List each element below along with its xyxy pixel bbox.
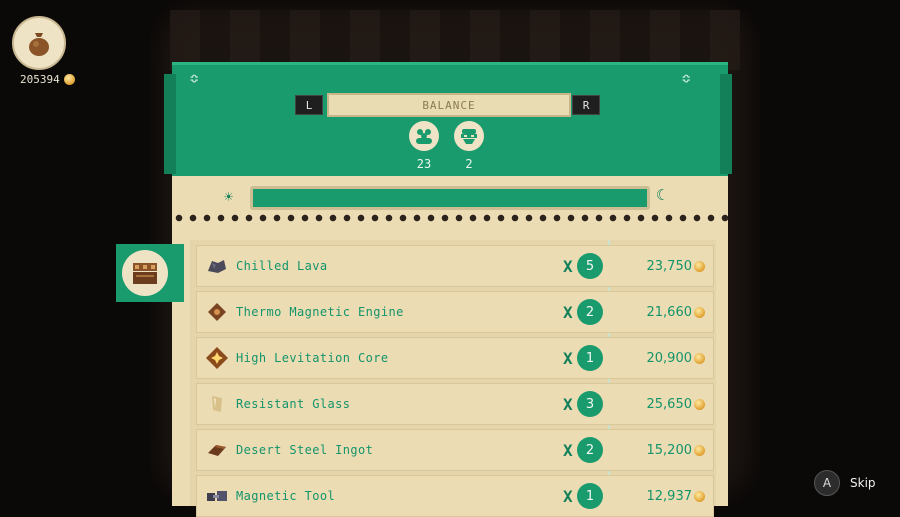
glass-icon [205,392,229,416]
price-value: 20,900 [646,350,693,366]
scalloped-divider [172,214,728,230]
item-quantity: 1 [577,483,603,509]
shop-tab[interactable] [116,244,184,302]
next-tab-button[interactable]: R [572,95,600,115]
ornament-icon: ≎ [682,71,691,87]
money-value: 205394 [20,73,60,86]
item-quantity: 3 [577,391,603,417]
prev-tab-button[interactable]: L [295,95,323,115]
ornament-icon: ≎ [190,71,199,87]
panel-title: BALANCE [327,93,571,117]
multiply-icon: X [563,348,573,368]
multiply-icon: X [563,440,573,460]
shop-counter-icon [122,250,168,296]
engine-icon [205,300,229,324]
customers-icon [409,121,439,151]
item-name: Magnetic Tool [236,489,336,503]
item-price: 25,650 [646,396,705,412]
skip-label: Skip [850,476,876,490]
item-quantity: 1 [577,345,603,371]
item-price: 12,937 [646,488,705,504]
item-quantity: 2 [577,437,603,463]
item-name: Desert Steel Ingot [236,443,374,457]
skip-prompt[interactable]: A Skip [814,470,876,496]
item-name: High Levitation Core [236,351,389,365]
bandit-count: 2 [465,157,473,171]
money-counter: 205394 [20,73,75,86]
ingot-icon [205,438,229,462]
multiply-icon: X [563,486,573,506]
item-name: Chilled Lava [236,259,328,273]
multiply-icon: X [563,394,573,414]
coin-icon [694,444,705,456]
item-name: Thermo Magnetic Engine [236,305,404,319]
day-progress: ☀ ☾ [172,176,728,214]
bandit-icon [454,121,484,151]
customers-count: 23 [416,157,432,171]
price-value: 15,200 [646,442,693,458]
list-item[interactable]: Resistant Glass X 3 25,650 [196,383,714,425]
coin-icon [694,490,705,502]
list-item[interactable]: Magnetic Tool X 1 12,937 [196,475,714,517]
header-edge [720,74,732,174]
price-value: 25,650 [646,396,693,412]
panel-header: ≎ ≎ L BALANCE R 23 2 [172,62,728,179]
list-item[interactable]: Thermo Magnetic Engine X 2 21,660 [196,291,714,333]
sun-icon: ☀ [224,188,234,206]
list-item[interactable]: Desert Steel Ingot X 2 15,200 [196,429,714,471]
item-price: 23,750 [646,258,705,274]
item-name: Resistant Glass [236,397,351,411]
item-price: 21,660 [646,304,705,320]
list-item[interactable]: Chilled Lava X 5 23,750 [196,245,714,287]
money-bag-icon [12,16,66,70]
header-edge [164,74,176,174]
price-value: 12,937 [646,488,693,504]
rock-icon [205,254,229,278]
item-price: 20,900 [646,350,705,366]
item-price: 15,200 [646,442,705,458]
item-quantity: 5 [577,253,603,279]
coin-icon [694,306,705,318]
coin-icon [63,74,75,85]
coin-icon [694,352,705,364]
item-quantity: 2 [577,299,603,325]
coin-icon [694,398,705,410]
price-value: 21,660 [646,304,693,320]
day-progress-bar [250,186,650,210]
multiply-icon: X [563,256,573,276]
moon-icon: ☾ [656,186,666,204]
coin-icon [694,260,705,272]
price-value: 23,750 [646,258,693,274]
core-icon [205,346,229,370]
list-item[interactable]: High Levitation Core X 1 20,900 [196,337,714,379]
tool-icon [205,484,229,508]
multiply-icon: X [563,302,573,322]
a-button-icon[interactable]: A [814,470,840,496]
